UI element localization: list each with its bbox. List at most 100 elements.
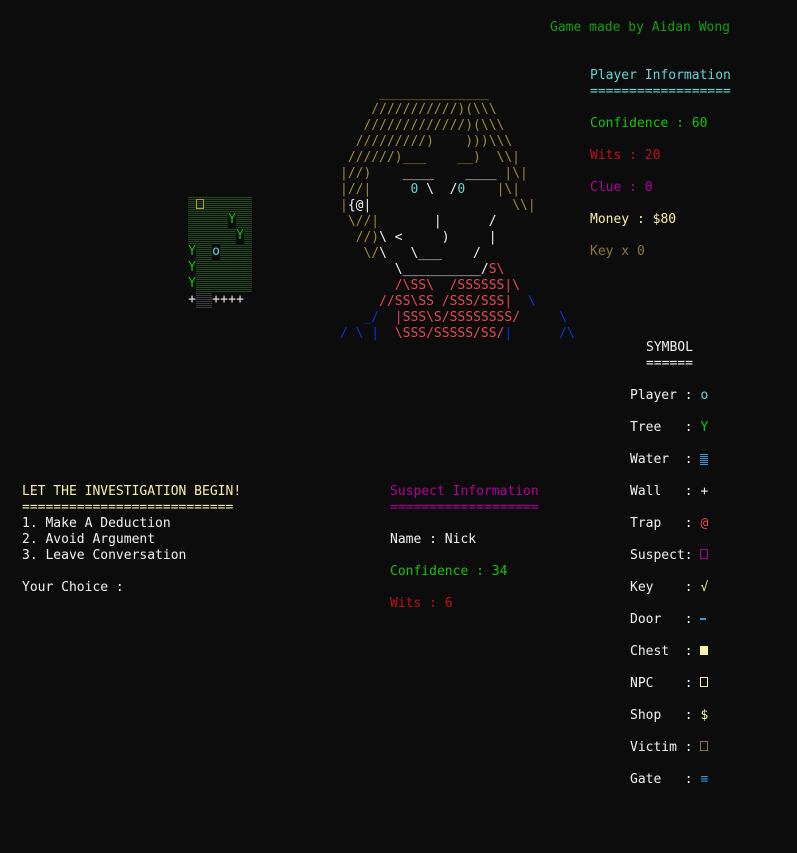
- map-water-tile: [188, 212, 196, 228]
- portrait-line: /////////) )))\\\: [340, 134, 575, 150]
- map-row: Y: [188, 260, 252, 276]
- portrait-segment: [465, 182, 496, 197]
- symbol-row-trap: Trap : @: [630, 516, 708, 531]
- portrait-line: ______________: [340, 86, 575, 102]
- map-water-tile: [228, 196, 236, 212]
- portrait-segment: | /: [379, 214, 497, 229]
- portrait-line: |//) ____ ____ |\|: [340, 166, 575, 182]
- map-row: Y: [188, 276, 252, 292]
- choice-prompt[interactable]: Your Choice :: [22, 580, 124, 596]
- character-icon: [700, 549, 709, 559]
- symbol-label: Water :: [630, 452, 701, 467]
- map-row: Y: [188, 212, 252, 228]
- map-water-tile: [196, 292, 204, 308]
- game-map: Y Y Yo Y Y + ++++: [188, 196, 252, 308]
- portrait-segment: /////////////)(\\\: [340, 118, 505, 133]
- symbol-legend-underline: ======: [646, 356, 693, 371]
- map-water-tile: [244, 276, 252, 292]
- symbol-row-water: Water :: [630, 452, 709, 467]
- symbol-glyph: +: [700, 484, 709, 499]
- portrait-segment: \\|: [512, 198, 536, 213]
- map-empty-tile: [244, 292, 252, 308]
- suspect-wits: Wits : 6: [390, 596, 453, 611]
- character-icon: [700, 677, 709, 687]
- portrait-segment: \: [512, 294, 536, 309]
- portrait-segment: S\: [488, 262, 505, 277]
- map-wall-tile: +: [188, 292, 196, 307]
- portrait-line: //SS\SS /SSS/SSS| \: [340, 294, 575, 310]
- map-tree-tile: Y: [188, 276, 196, 291]
- map-water-tile: [236, 244, 244, 260]
- symbol-row-chest: Chest :: [630, 644, 709, 659]
- portrait-segment: ///////////)(\\\: [340, 102, 497, 117]
- map-water-tile: [220, 276, 228, 292]
- symbol-label: Gate :: [630, 772, 701, 787]
- suspect-name: Name : Nick: [390, 532, 477, 547]
- symbol-row-gate: Gate : ≡: [630, 772, 708, 787]
- portrait-segment: / \ |: [340, 326, 387, 341]
- portrait-segment: //////)___ __) \\|: [340, 150, 521, 165]
- portrait-segment: |//|: [340, 182, 372, 197]
- portrait-line: /\SS\ /SSSSSS|\: [340, 278, 575, 294]
- suspect-info-header: Suspect Information: [390, 484, 539, 499]
- player-wits: Wits : 20: [590, 148, 661, 163]
- map-water-tile: [220, 228, 228, 244]
- portrait-segment: //SS\SS /SSS/SSS|: [340, 294, 513, 309]
- portrait-segment: \ \___ /: [379, 246, 481, 261]
- symbol-label: Chest :: [630, 644, 701, 659]
- portrait-line: _/ |SSS\S/SSSSSSSS/ \: [340, 310, 575, 326]
- map-water-tile: [196, 276, 204, 292]
- map-water-tile: [228, 276, 236, 292]
- portrait-segment: |: [340, 198, 348, 213]
- map-water-tile: [204, 244, 212, 260]
- map-row: + ++++: [188, 292, 252, 308]
- symbol-glyph: √: [700, 580, 709, 595]
- portrait-line: \//| | /: [340, 214, 575, 230]
- portrait-segment: _/: [340, 310, 395, 325]
- symbol-label: Key :: [630, 580, 701, 595]
- portrait-segment: |SSS\S/SSSSSSSS/: [394, 310, 521, 325]
- portrait-line: |{@| \\|: [340, 198, 575, 214]
- investigation-underline: ===========================: [22, 500, 234, 515]
- portrait-segment: {@|: [347, 198, 372, 213]
- player-key-count: Key x 0: [590, 244, 645, 259]
- map-water-tile: [188, 228, 196, 244]
- map-water-tile: [220, 244, 228, 260]
- map-water-tile: [220, 212, 228, 228]
- symbol-row-tree: Tree : Y: [630, 420, 708, 435]
- symbol-row-npc: NPC :: [630, 676, 709, 691]
- map-water-tile: [228, 244, 236, 260]
- portrait-segment: \SSS/SSSSS/SS/: [386, 326, 505, 341]
- map-npc-tile: [196, 196, 204, 212]
- map-water-tile: [220, 260, 228, 276]
- portrait-segment: \ < ) |: [379, 230, 497, 245]
- map-water-tile: [212, 212, 220, 228]
- symbol-row-key: Key : √: [630, 580, 708, 595]
- map-water-tile: [244, 244, 252, 260]
- suspect-ascii-portrait: ______________ ///////////)(\\\ ////////…: [340, 86, 575, 342]
- option-leave-conversation[interactable]: 3. Leave Conversation: [22, 548, 186, 564]
- map-water-tile: [212, 196, 220, 212]
- map-row: [188, 196, 252, 212]
- map-water-tile: [204, 292, 212, 308]
- map-water-tile: [204, 212, 212, 228]
- credit-text: Game made by Aidan Wong: [550, 20, 731, 35]
- symbol-row-wall: Wall : +: [630, 484, 708, 499]
- map-water-tile: [204, 276, 212, 292]
- portrait-segment: /////////) )))\\\: [340, 134, 513, 149]
- player-clue: Clue : 0: [590, 180, 653, 195]
- map-water-tile: [196, 244, 204, 260]
- map-water-tile: [212, 228, 220, 244]
- option-make-deduction[interactable]: 1. Make A Deduction: [22, 516, 171, 532]
- npc-icon: [196, 199, 204, 209]
- portrait-segment: \__________/: [340, 262, 489, 277]
- chest-icon: [700, 646, 709, 655]
- player-money: Money : $80: [590, 212, 677, 227]
- option-avoid-argument[interactable]: 2. Avoid Argument: [22, 532, 155, 548]
- map-row: Y: [188, 228, 252, 244]
- portrait-line: \__________/S\: [340, 262, 575, 278]
- symbol-label: Wall :: [630, 484, 701, 499]
- symbol-label: NPC :: [630, 676, 701, 691]
- portrait-line: \/\ \___ /: [340, 246, 575, 262]
- portrait-segment: \: [520, 310, 567, 325]
